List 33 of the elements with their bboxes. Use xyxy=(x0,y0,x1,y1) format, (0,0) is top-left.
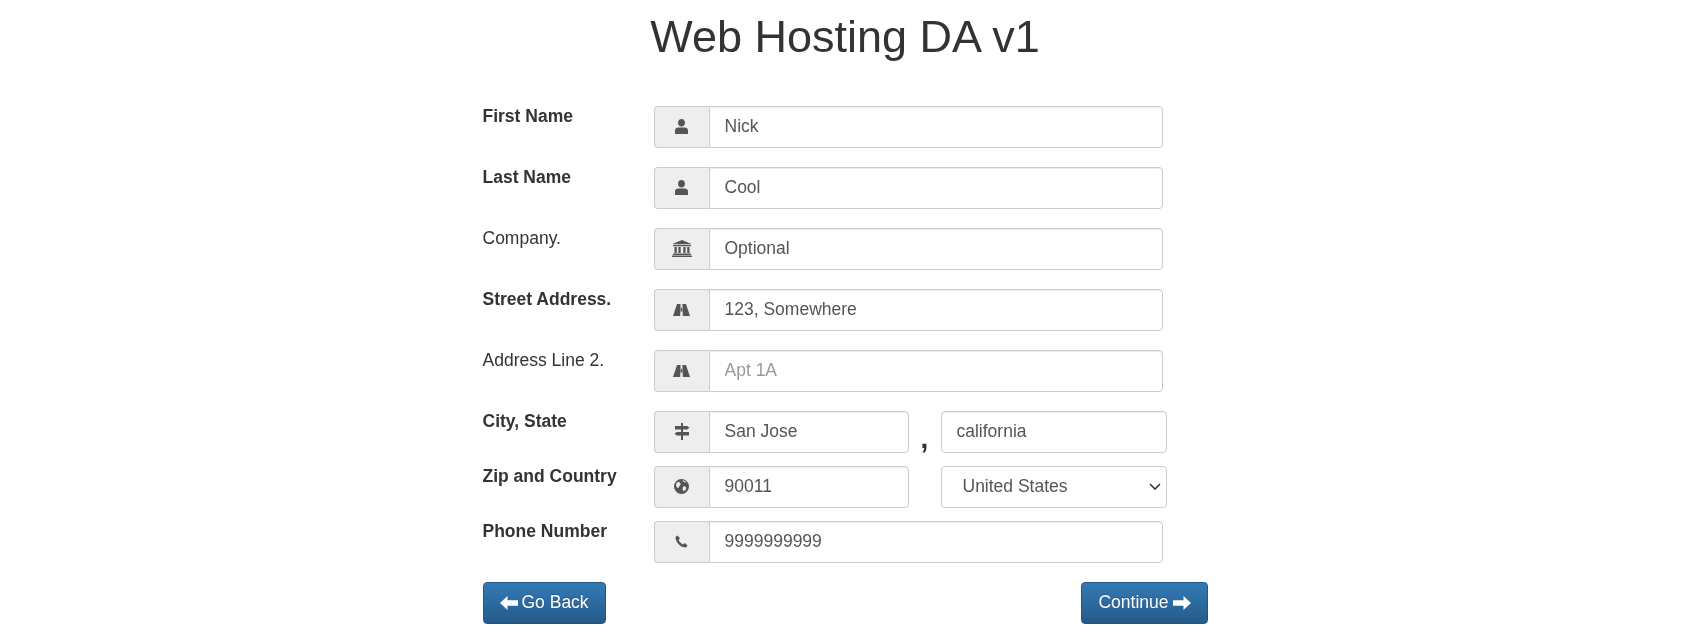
input-field[interactable]: San Jose xyxy=(708,410,909,453)
arrow-left-icon xyxy=(499,595,518,610)
phone-icon xyxy=(675,535,688,548)
field-label: Phone Number xyxy=(482,520,607,541)
input-field[interactable]: california xyxy=(940,410,1167,453)
page-title: Web Hosting DA v1 xyxy=(650,12,1040,62)
input-field[interactable]: 90011 xyxy=(708,465,909,508)
field-label: City, State xyxy=(482,410,567,431)
country-select[interactable]: United States xyxy=(940,465,1167,508)
signpost-icon xyxy=(673,423,690,440)
comma-separator: , xyxy=(920,424,929,453)
field-label: Zip and Country xyxy=(482,465,617,486)
input-field[interactable]: Optional xyxy=(708,227,1163,270)
field-label: Company. xyxy=(482,227,561,248)
continue-button[interactable]: Continue xyxy=(1081,581,1208,624)
arrow-right-icon xyxy=(1172,595,1191,610)
field-label: Street Address. xyxy=(482,288,612,309)
input-field[interactable]: Apt 1A xyxy=(708,349,1163,392)
globe-icon xyxy=(674,479,689,494)
person-icon xyxy=(675,180,688,195)
input-field[interactable]: 123, Somewhere xyxy=(708,288,1163,331)
field-label: Last Name xyxy=(482,166,571,187)
field-label: Address Line 2. xyxy=(482,349,605,370)
input-field[interactable]: 9999999999 xyxy=(708,520,1163,563)
back-button[interactable]: Go Back xyxy=(482,581,606,624)
chevron-down-icon xyxy=(1148,483,1161,490)
person-icon xyxy=(675,119,688,134)
road-icon xyxy=(673,303,690,316)
input-field[interactable]: Nick xyxy=(708,105,1163,148)
input-field[interactable]: Cool xyxy=(708,166,1163,209)
field-label: First Name xyxy=(482,105,573,126)
road-icon xyxy=(673,364,690,377)
bank-icon xyxy=(671,240,692,257)
